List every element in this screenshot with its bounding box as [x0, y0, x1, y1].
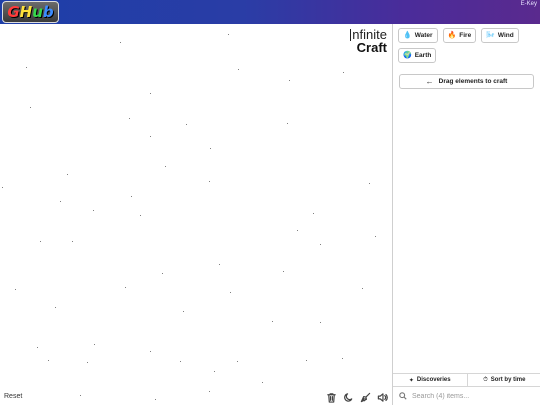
star-dot	[210, 148, 211, 149]
star-dot	[140, 215, 141, 216]
star-dot	[214, 371, 215, 372]
star-dot	[26, 67, 27, 68]
arrow-left-icon: ←	[425, 77, 434, 86]
canvas-toolbar	[325, 391, 388, 403]
star-dot	[289, 80, 290, 81]
ghub-logo[interactable]: GHub	[2, 1, 59, 23]
element-label: Water	[414, 32, 433, 39]
search-icon	[399, 392, 407, 400]
star-dot	[342, 358, 343, 359]
star-dot	[30, 107, 31, 108]
star-dot	[209, 391, 210, 392]
sparkle-icon: ✦	[408, 377, 414, 384]
fire-icon: 🔥	[447, 32, 457, 39]
star-dot	[40, 241, 41, 242]
star-dot	[15, 289, 16, 290]
star-dot	[297, 230, 298, 231]
star-dot	[2, 187, 3, 188]
star-dot	[125, 287, 126, 288]
e-key-label: E-Key	[520, 1, 537, 7]
element-label: Wind	[497, 32, 514, 39]
discoveries-label: Discoveries	[416, 377, 451, 383]
craft-canvas[interactable]: nfinite Craft Reset	[0, 24, 392, 405]
star-dot	[131, 196, 132, 197]
sidebar-footer: ✦ Discoveries ⏱ Sort by time	[393, 373, 540, 405]
star-dot	[313, 213, 314, 214]
star-dot	[55, 307, 56, 308]
water-icon: 💧	[403, 32, 412, 39]
star-dot	[320, 322, 321, 323]
wind-icon: 🌬️	[486, 32, 495, 39]
star-dot	[272, 321, 273, 322]
sidebar: 💧 Water 🔥 Fire 🌬️ Wind 🌍 Earth ← Drag el…	[392, 24, 540, 405]
star-dot	[219, 264, 220, 265]
element-fire[interactable]: 🔥 Fire	[442, 28, 477, 43]
star-dot	[306, 360, 307, 361]
star-dot	[186, 124, 187, 125]
earth-icon: 🌍	[403, 52, 412, 59]
star-dot	[72, 241, 73, 242]
element-earth[interactable]: 🌍 Earth	[398, 48, 437, 63]
star-dot	[150, 136, 151, 137]
element-wind[interactable]: 🌬️ Wind	[481, 28, 519, 43]
star-dot	[343, 72, 344, 73]
drag-hint-text: Drag elements to craft	[438, 78, 508, 85]
star-dot	[155, 399, 156, 400]
moon-icon[interactable]	[342, 391, 354, 403]
reset-button[interactable]: Reset	[4, 393, 22, 400]
trash-icon[interactable]	[325, 391, 337, 403]
star-dot	[120, 42, 121, 43]
star-dot	[37, 347, 38, 348]
broom-icon[interactable]	[359, 391, 371, 403]
star-dot	[150, 351, 151, 352]
star-dot	[237, 361, 238, 362]
star-dot	[60, 201, 61, 202]
star-dot	[93, 210, 94, 211]
star-dot	[362, 288, 363, 289]
star-dot	[180, 361, 181, 362]
star-dot	[162, 273, 163, 274]
sort-label: Sort by time	[490, 377, 526, 383]
star-dot	[80, 395, 81, 396]
title-craft: Craft	[356, 40, 387, 55]
star-dot	[230, 292, 231, 293]
star-dot	[283, 271, 284, 272]
footer-tabs: ✦ Discoveries ⏱ Sort by time	[393, 374, 540, 387]
speaker-icon[interactable]	[376, 391, 388, 403]
clock-icon: ⏱	[483, 376, 488, 383]
discoveries-button[interactable]: ✦ Discoveries	[393, 374, 467, 386]
element-water[interactable]: 💧 Water	[398, 28, 438, 43]
element-list: 💧 Water 🔥 Fire 🌬️ Wind 🌍 Earth	[398, 28, 538, 63]
star-dot	[375, 236, 376, 237]
star-dot	[87, 362, 88, 363]
star-dot	[150, 93, 151, 94]
search-row	[393, 387, 540, 405]
star-dot	[94, 344, 95, 345]
sort-by-time-button[interactable]: ⏱ Sort by time	[466, 374, 540, 386]
star-dot	[238, 69, 239, 70]
star-dot	[262, 382, 263, 383]
star-dot	[369, 183, 370, 184]
star-dot	[67, 174, 68, 175]
element-label: Earth	[414, 52, 432, 59]
star-dot	[48, 360, 49, 361]
star-dot	[287, 123, 288, 124]
star-dot	[228, 34, 229, 35]
search-input[interactable]	[412, 392, 532, 400]
star-dot	[320, 244, 321, 245]
star-dot	[183, 311, 184, 312]
star-dot	[165, 166, 166, 167]
top-banner: GHub E-Key	[0, 0, 540, 24]
game-title: nfinite Craft	[350, 28, 387, 54]
element-label: Fire	[459, 32, 472, 39]
drag-hint-banner: ← Drag elements to craft	[399, 74, 534, 89]
star-dot	[209, 181, 210, 182]
star-dot	[129, 118, 130, 119]
